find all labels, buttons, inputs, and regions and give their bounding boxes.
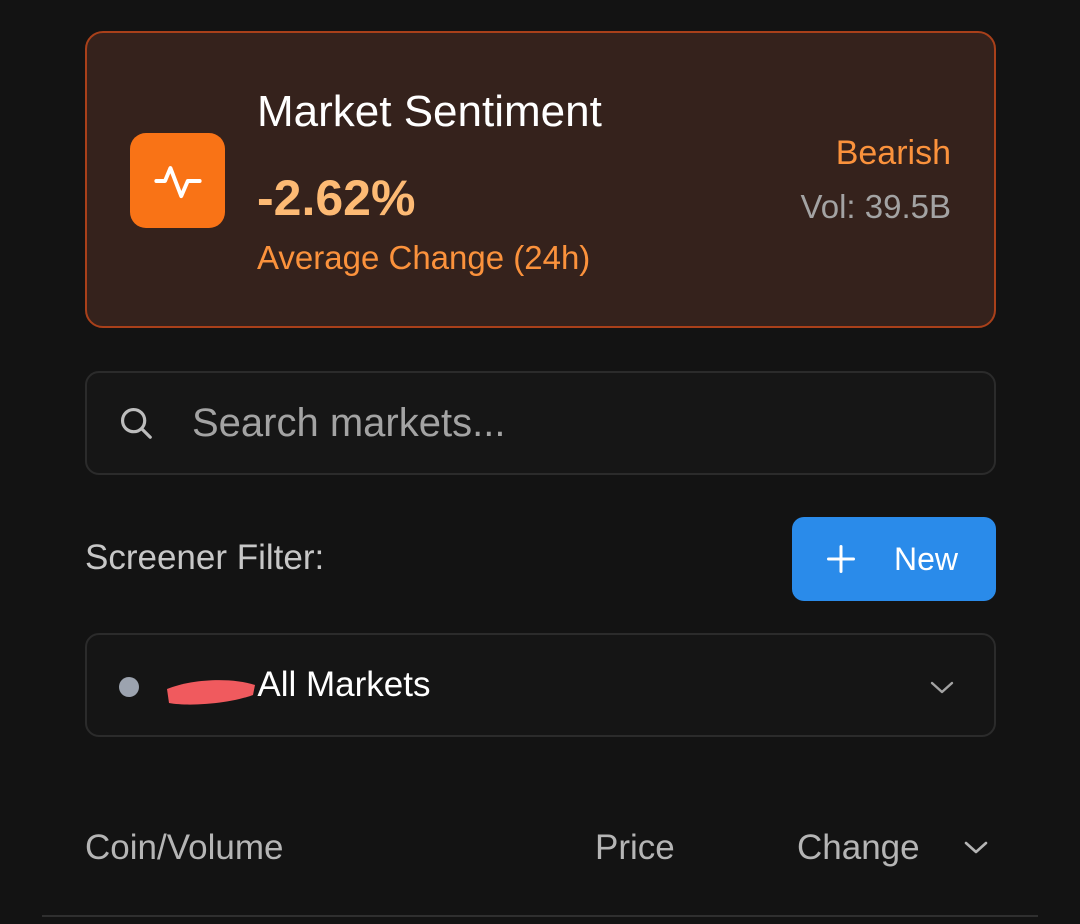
table-divider: [42, 915, 1038, 917]
sentiment-title: Market Sentiment: [257, 87, 602, 136]
new-filter-button[interactable]: New: [792, 517, 996, 601]
redaction-scribble: [167, 680, 255, 705]
plus-icon: [827, 545, 855, 573]
column-header-coin-volume[interactable]: Coin/Volume: [85, 828, 283, 868]
column-header-change[interactable]: Change: [797, 828, 920, 868]
search-icon: [117, 404, 155, 447]
sentiment-volume: Vol: 39.5B: [800, 188, 951, 225]
new-button-label: New: [894, 540, 959, 577]
sentiment-status-label: Bearish: [835, 134, 951, 172]
search-input[interactable]: [192, 391, 952, 455]
market-sentiment-card: Market Sentiment -2.62% Average Change (…: [85, 31, 996, 328]
screener-filter-label: Screener Filter:: [85, 538, 325, 577]
screener-filter-select[interactable]: Show All Markets: [85, 633, 996, 737]
search-box[interactable]: [85, 371, 996, 475]
chevron-down-icon: [930, 681, 954, 694]
status-dot: [119, 677, 139, 697]
sentiment-subtitle: Average Change (24h): [257, 239, 591, 276]
sort-chevron-down-icon[interactable]: [962, 836, 990, 858]
sentiment-change-value: -2.62%: [257, 170, 416, 226]
column-header-price[interactable]: Price: [595, 828, 675, 868]
activity-pulse-icon: [130, 133, 225, 228]
